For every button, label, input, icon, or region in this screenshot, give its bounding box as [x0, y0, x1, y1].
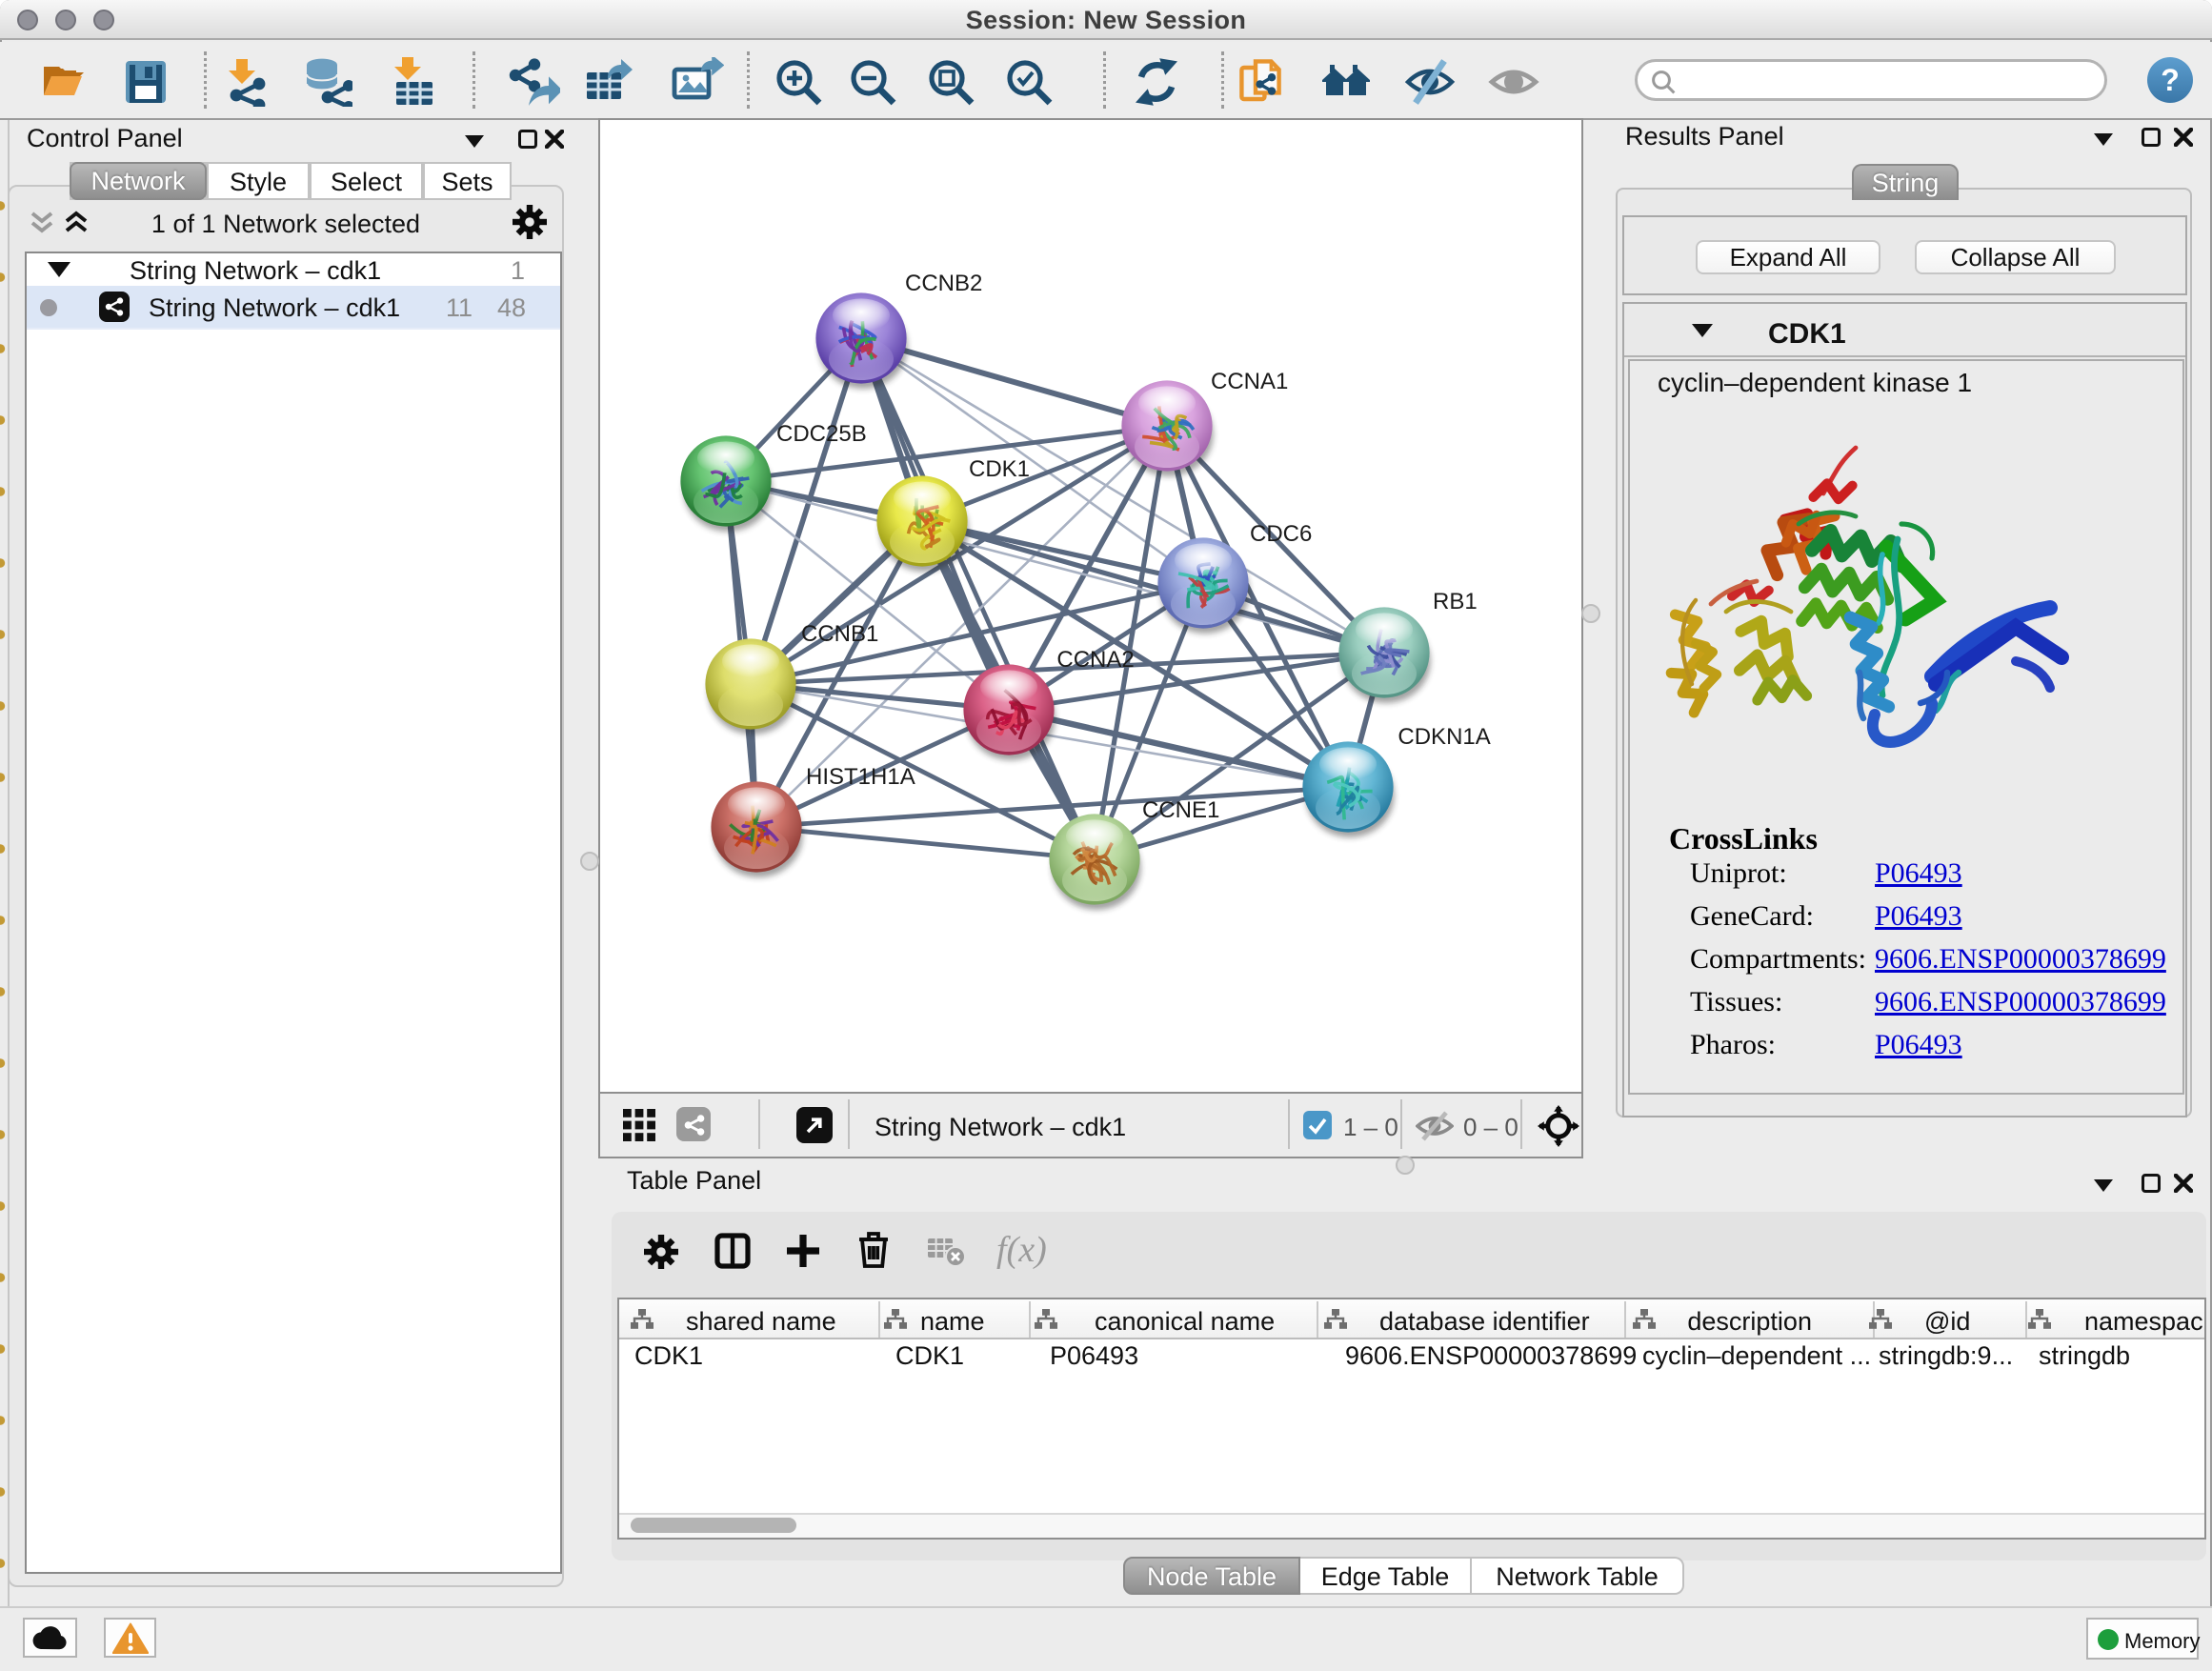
svg-text:CCNE1: CCNE1 — [1142, 797, 1219, 823]
svg-text:CDC6: CDC6 — [1250, 521, 1312, 547]
svg-text:CDK1: CDK1 — [969, 456, 1030, 482]
svg-text:RB1: RB1 — [1433, 589, 1478, 614]
svg-text:CCNA2: CCNA2 — [1056, 647, 1134, 673]
svg-text:HIST1H1A: HIST1H1A — [806, 764, 915, 790]
svg-text:CCNA1: CCNA1 — [1211, 369, 1288, 394]
svg-text:CCNB2: CCNB2 — [905, 271, 982, 296]
svg-text:CCNB1: CCNB1 — [801, 621, 878, 647]
svg-text:CDC25B: CDC25B — [776, 421, 867, 447]
svg-text:CDKN1A: CDKN1A — [1398, 724, 1490, 750]
